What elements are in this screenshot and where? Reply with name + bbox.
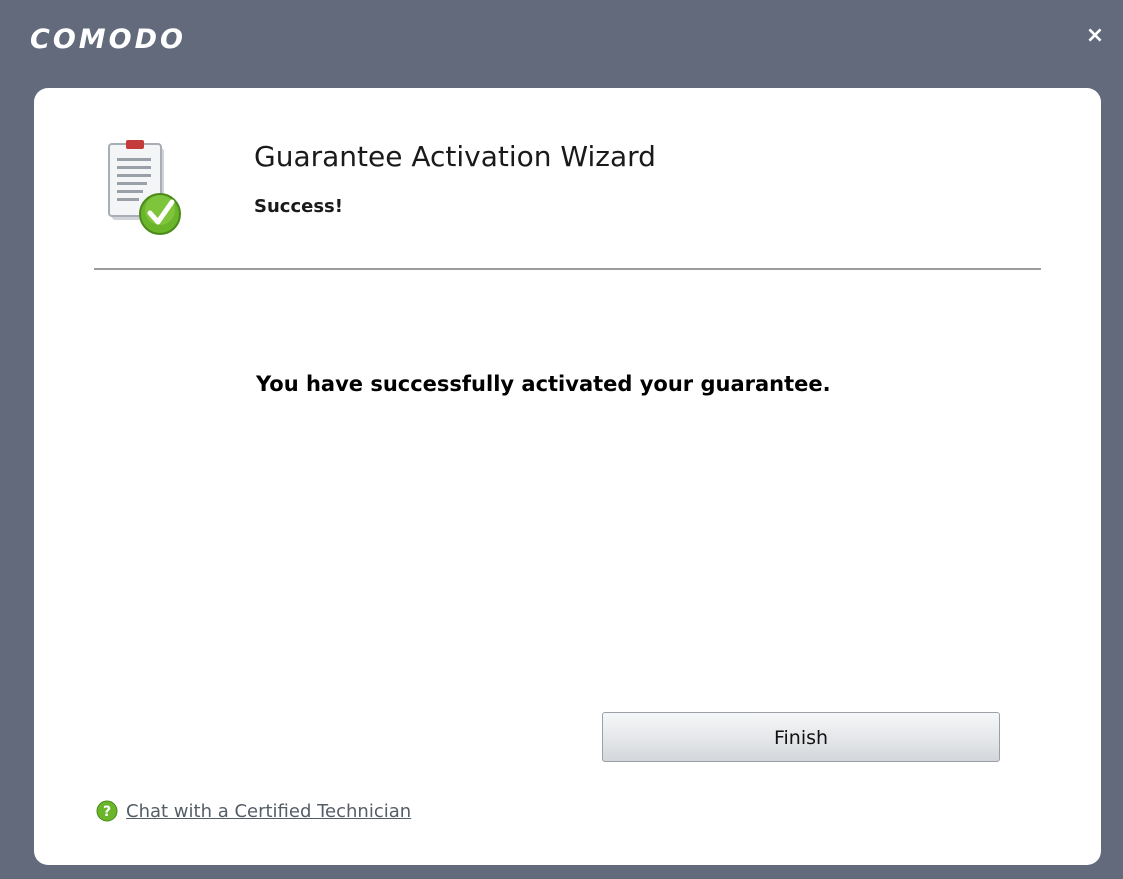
help-icon[interactable]: ? — [96, 800, 118, 822]
success-message: You have successfully activated your gua… — [256, 372, 831, 396]
chat-help-row[interactable]: ? Chat with a Certified Technician — [96, 800, 411, 822]
chat-technician-link[interactable]: Chat with a Certified Technician — [126, 801, 411, 822]
header-divider — [94, 268, 1041, 270]
clipboard-check-icon — [106, 140, 202, 240]
svg-text:?: ? — [103, 804, 111, 820]
wizard-subtitle: Success! — [254, 196, 343, 217]
close-button[interactable]: × — [1083, 24, 1107, 48]
brand-logo: COMODO — [30, 24, 186, 55]
dialog-window: COMODO × Guarantee Activation Wizard Suc… — [0, 0, 1123, 879]
content-panel: Guarantee Activation Wizard Success! You… — [34, 88, 1101, 865]
wizard-title: Guarantee Activation Wizard — [254, 140, 656, 173]
title-bar[interactable]: COMODO × — [0, 0, 1123, 86]
finish-button[interactable]: Finish — [602, 712, 1000, 762]
